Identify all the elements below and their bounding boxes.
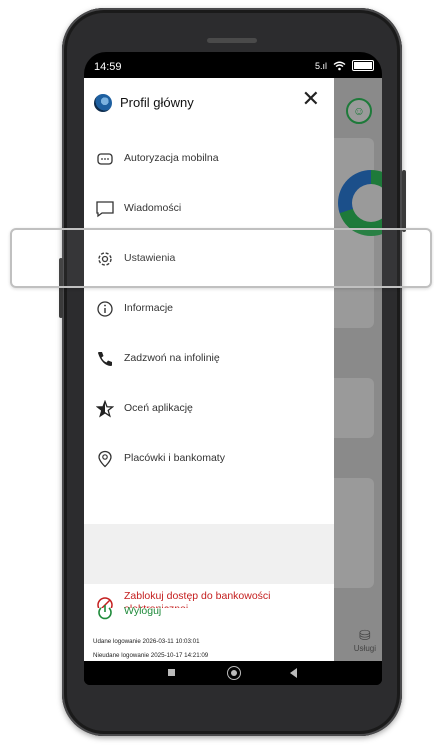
navigation-drawer: Profil główny ✕ Autoryzacja mobilna Wiad… (84, 78, 334, 661)
profile-icon[interactable]: ☺ (346, 98, 372, 124)
status-icons: 5.ıl (315, 60, 374, 71)
circle-icon[interactable] (227, 666, 241, 680)
message-icon (94, 198, 116, 220)
services-tab-label: Usługi (353, 644, 376, 653)
status-bar: 14:59 5.ıl (84, 52, 382, 78)
settings-highlight-frame (10, 228, 432, 288)
logout-button[interactable]: Wyloguj (84, 593, 334, 633)
mobile-authorization-icon (94, 148, 116, 170)
last-successful-login: Udane logowanie 2026-03-11 10:03:01 (93, 638, 200, 645)
menu-item-label: Autoryzacja mobilna (124, 152, 219, 164)
star-icon (94, 398, 116, 420)
location-icon (94, 448, 116, 470)
battery-icon (352, 60, 374, 71)
status-time: 14:59 (94, 61, 122, 73)
android-nav-bar (84, 661, 382, 685)
section-divider (84, 524, 334, 584)
wifi-icon (333, 61, 346, 70)
close-icon[interactable]: ✕ (302, 88, 320, 110)
last-failed-login: Nieudane logowanie 2025-10-17 14:21:09 (93, 652, 209, 659)
menu-item-information[interactable]: Informacje (84, 290, 334, 330)
signal-indicator: 5.ıl (314, 60, 327, 71)
info-icon (94, 298, 116, 320)
menu-item-label: Informacje (124, 302, 174, 314)
earpiece-speaker (207, 38, 257, 43)
services-tab[interactable]: ⛁ Usługi (354, 627, 376, 653)
square-icon[interactable] (168, 669, 175, 676)
power-icon (94, 601, 116, 623)
logout-label: Wyloguj (124, 605, 162, 617)
triangle-back-icon[interactable] (290, 668, 297, 678)
drawer-header: Profil główny ✕ (84, 78, 334, 132)
menu-item-label: Wiadomości (124, 202, 182, 214)
menu-item-label: Zadzwoń na infolinię (124, 352, 220, 364)
globe-icon (94, 94, 112, 112)
phone-icon (94, 348, 116, 370)
menu-item-mobile-authorization[interactable]: Autoryzacja mobilna (84, 140, 334, 180)
menu-item-messages[interactable]: Wiadomości (84, 190, 334, 230)
power-side-button (402, 170, 406, 232)
menu-item-label: Oceń aplikację (124, 402, 193, 414)
menu-item-label: Placówki i bankomaty (124, 452, 225, 464)
menu-item-rate-app[interactable]: Oceń aplikację (84, 390, 334, 430)
drawer-title: Profil główny (120, 95, 194, 110)
menu-item-branches-atms[interactable]: Placówki i bankomaty (84, 440, 334, 480)
phone-screen: 14:59 5.ıl ☺ ⛁ Usługi Profil główny ✕ Au… (84, 52, 382, 685)
menu-item-hotline[interactable]: Zadzwoń na infolinię (84, 340, 334, 380)
database-icon: ⛁ (359, 627, 371, 643)
